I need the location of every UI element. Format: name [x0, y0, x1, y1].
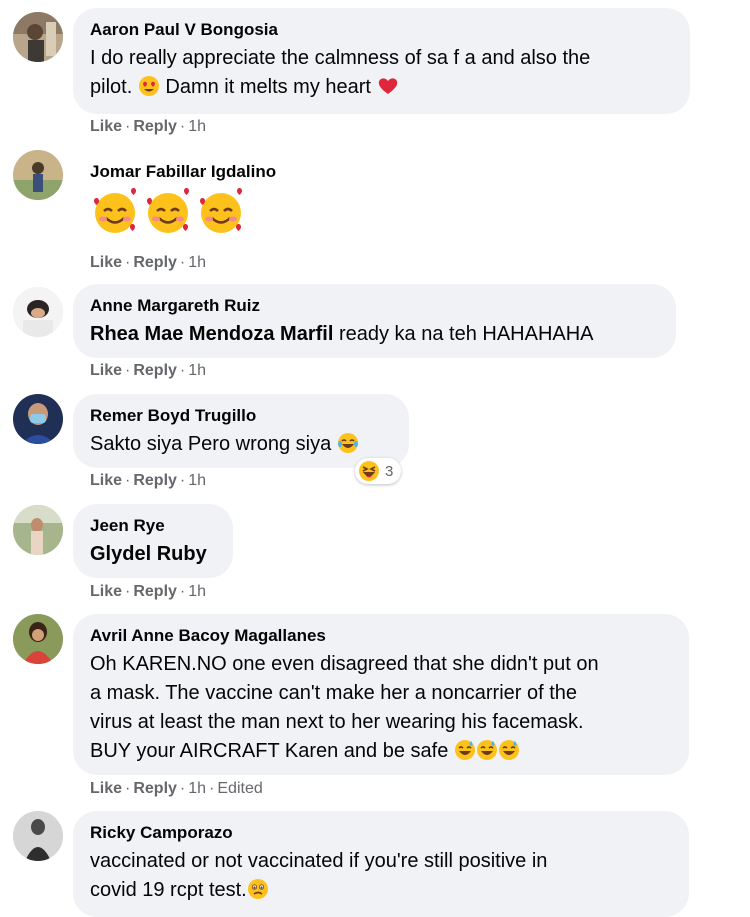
like-button[interactable]: Like: [90, 780, 122, 797]
timestamp[interactable]: 1h: [188, 583, 206, 600]
timestamp[interactable]: 1h: [188, 472, 206, 489]
separator: ·: [125, 254, 131, 271]
comment-text: Glydel Ruby: [90, 540, 215, 569]
comment-text-part: pilot.: [90, 76, 133, 98]
separator: ·: [179, 583, 186, 600]
avatar[interactable]: [13, 811, 63, 861]
comment-text-part: BUY your AIRCRAFT Karen and be safe: [90, 740, 449, 762]
heart-eyes-emoji-icon: [138, 75, 160, 97]
like-button[interactable]: Like: [90, 362, 122, 379]
comment-text-part: ready ka na teh HAHAHAHA: [333, 323, 594, 345]
comment-bubble: Remer Boyd Trugillo Sakto siya Pero wron…: [73, 394, 409, 468]
comment-author[interactable]: Anne Margareth Ruiz: [90, 295, 658, 317]
separator: ·: [125, 472, 131, 489]
comment-text-line: virus at least the man next to her weari…: [90, 711, 584, 733]
avatar[interactable]: [13, 150, 63, 200]
grinning-sweat-emoji-icon: [454, 739, 476, 761]
comment-bubble: Avril Anne Bacoy Magallanes Oh KAREN.NO …: [73, 614, 689, 775]
comment-author[interactable]: Ricky Camporazo: [90, 822, 671, 844]
comment-text-line: a mask. The vaccine can't make her a non…: [90, 682, 578, 704]
reply-button[interactable]: Reply: [133, 118, 177, 135]
comment-text-line: covid 19 rcpt test.: [90, 876, 671, 905]
smiling-face-with-hearts-emoji-icon: [196, 187, 246, 237]
like-button[interactable]: Like: [90, 583, 122, 600]
separator: ·: [179, 472, 186, 489]
reply-button[interactable]: Reply: [133, 254, 177, 271]
comment-bubble: Anne Margareth Ruiz Rhea Mae Mendoza Mar…: [73, 284, 676, 358]
comment-bubble: Aaron Paul V Bongosia I do really apprec…: [73, 8, 690, 114]
comment-text-part: Damn it melts my heart: [165, 76, 371, 98]
reaction-summary[interactable]: 3: [355, 458, 402, 484]
separator: ·: [125, 583, 131, 600]
grinning-sweat-emoji-icon: [476, 739, 498, 761]
emoji-only-comment: [90, 187, 249, 242]
comment-bubble: Jeen Rye Glydel Ruby: [73, 504, 233, 578]
reaction-count: 3: [385, 462, 394, 480]
comment-author[interactable]: Aaron Paul V Bongosia: [90, 19, 672, 41]
timestamp[interactable]: 1h: [188, 254, 206, 271]
comment-text: I do really appreciate the calmness of s…: [90, 44, 672, 102]
reply-button[interactable]: Reply: [133, 780, 177, 797]
comment-author[interactable]: Avril Anne Bacoy Magallanes: [90, 625, 671, 647]
avatar[interactable]: [13, 12, 63, 62]
comment-actions: Like · Reply · 1h: [90, 254, 206, 272]
separator: ·: [179, 780, 186, 797]
haha-reaction-icon: [358, 460, 380, 482]
comment-text: Rhea Mae Mendoza Marfil ready ka na teh …: [90, 320, 658, 349]
red-heart-emoji-icon: [377, 75, 399, 97]
avatar[interactable]: [13, 394, 63, 444]
comment-actions: Like · Reply · 1h: [90, 472, 206, 490]
like-button[interactable]: Like: [90, 472, 122, 489]
timestamp[interactable]: 1h: [188, 118, 206, 135]
comment-actions: Like · Reply · 1h: [90, 362, 206, 380]
comment-author[interactable]: Jeen Rye: [90, 515, 215, 537]
separator: ·: [179, 362, 186, 379]
mention-link[interactable]: Glydel Ruby: [90, 543, 207, 565]
comment-author[interactable]: Jomar Fabillar Igdalino: [90, 161, 276, 183]
tears-of-joy-emoji-icon: [337, 432, 359, 454]
comment-text: Oh KAREN.NO one even disagreed that she …: [90, 650, 671, 766]
avatar[interactable]: [13, 287, 63, 337]
timestamp[interactable]: 1h: [188, 362, 206, 379]
timestamp[interactable]: 1h: [188, 780, 206, 797]
comment-actions: Like · Reply · 1h: [90, 583, 206, 601]
reply-button[interactable]: Reply: [133, 362, 177, 379]
separator: ·: [125, 362, 131, 379]
avatar[interactable]: [13, 614, 63, 664]
smiling-face-with-hearts-emoji-icon: [90, 187, 140, 237]
edited-label[interactable]: Edited: [217, 780, 262, 797]
comment-author[interactable]: Remer Boyd Trugillo: [90, 405, 391, 427]
comment-actions: Like · Reply · 1h · Edited: [90, 780, 263, 798]
separator: ·: [125, 118, 131, 135]
separator: ·: [209, 780, 215, 797]
comment-text-line: Oh KAREN.NO one even disagreed that she …: [90, 653, 599, 675]
grinning-sweat-emoji-icon: [498, 739, 520, 761]
comment-text-line: BUY your AIRCRAFT Karen and be safe: [90, 737, 671, 766]
separator: ·: [179, 118, 186, 135]
separator: ·: [125, 780, 131, 797]
comment-text-part: Sakto siya Pero wrong siya: [90, 433, 332, 455]
comment-text: vaccinated or not vaccinated if you're s…: [90, 847, 671, 905]
like-button[interactable]: Like: [90, 254, 122, 271]
separator: ·: [179, 254, 186, 271]
reply-button[interactable]: Reply: [133, 583, 177, 600]
like-button[interactable]: Like: [90, 118, 122, 135]
comment-actions: Like · Reply · 1h: [90, 118, 206, 136]
comment-text: Sakto siya Pero wrong siya: [90, 430, 391, 459]
smiling-face-with-hearts-emoji-icon: [143, 187, 193, 237]
comment-text-line: vaccinated or not vaccinated if you're s…: [90, 850, 548, 872]
comment-text-part: covid 19 rcpt test.: [90, 879, 247, 901]
comment-text-line: pilot. Damn it melts my heart: [90, 73, 672, 102]
mention-link[interactable]: Rhea Mae Mendoza Marfil: [90, 323, 333, 345]
comment-bubble: Ricky Camporazo vaccinated or not vaccin…: [73, 811, 689, 917]
sad-face-emoji-icon: [247, 878, 269, 900]
comment-text-line: I do really appreciate the calmness of s…: [90, 47, 591, 69]
reply-button[interactable]: Reply: [133, 472, 177, 489]
avatar[interactable]: [13, 505, 63, 555]
